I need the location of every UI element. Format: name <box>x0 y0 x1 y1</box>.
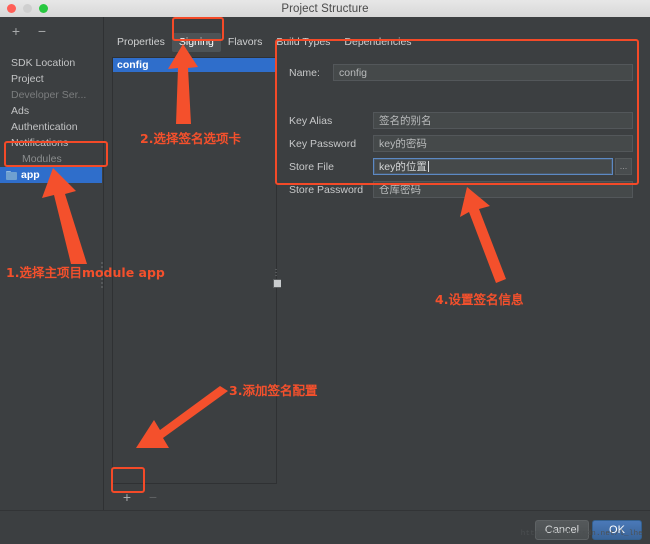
sidebar-item-project[interactable]: Project <box>0 71 103 87</box>
sidebar-add-module-button[interactable]: + <box>10 24 22 38</box>
annotation-box-app-module <box>4 141 108 167</box>
zoom-window-icon[interactable] <box>39 4 48 13</box>
sidebar-item-sdk-location[interactable]: SDK Location <box>0 55 103 71</box>
window-title: Project Structure <box>281 2 369 15</box>
window-titlebar: Project Structure <box>0 0 650 18</box>
close-window-icon[interactable] <box>7 4 16 13</box>
sidebar-item-developer-services[interactable]: Developer Ser... <box>0 87 103 103</box>
tab-flavors[interactable]: Flavors <box>221 33 269 52</box>
annotation-arrow-3 <box>136 386 228 454</box>
annotation-box-add-config-button <box>111 467 145 493</box>
project-structure-window: Project Structure + − SDK Location Proje… <box>0 0 650 544</box>
store-password-label: Store Password <box>289 183 364 196</box>
folder-icon <box>6 170 17 180</box>
annotation-label-4: 4.设置签名信息 <box>435 292 524 307</box>
annotation-label-1: 1.选择主项目module app <box>6 265 165 280</box>
remove-signing-config-button[interactable]: − <box>147 490 159 504</box>
annotation-arrow-2 <box>166 44 202 124</box>
sidebar-remove-module-button[interactable]: − <box>36 24 48 38</box>
annotation-arrow-1 <box>40 168 110 264</box>
annotation-label-3: 3.添加签名配置 <box>229 383 318 398</box>
annotation-box-signing-tab <box>172 17 224 41</box>
sidebar-item-app-label: app <box>21 169 40 181</box>
annotation-label-2: 2.选择签名选项卡 <box>140 131 241 146</box>
watermark-text: http://blog.csdn.net/l_lhe <box>520 530 643 538</box>
center-splitter-handle[interactable] <box>272 269 282 299</box>
sidebar-toolbar: + − <box>0 21 113 41</box>
tab-properties[interactable]: Properties <box>110 33 172 52</box>
annotation-box-signing-form <box>275 39 639 185</box>
sidebar-item-authentication[interactable]: Authentication <box>0 119 103 135</box>
minimize-window-icon[interactable] <box>23 4 32 13</box>
dialog-footer: Cancel OK <box>0 510 650 544</box>
sidebar-item-ads[interactable]: Ads <box>0 103 103 119</box>
annotation-arrow-4 <box>460 187 506 283</box>
traffic-light-group <box>7 4 48 13</box>
